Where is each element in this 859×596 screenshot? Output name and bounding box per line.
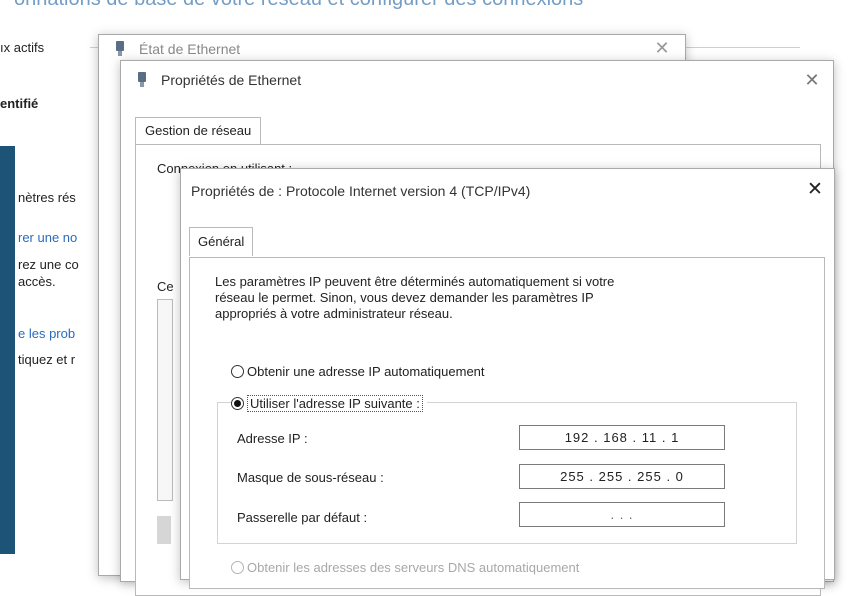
radio-use-following-ip-label: Utiliser l'adresse IP suivante : [247, 395, 423, 412]
ip-address-label: Adresse IP : [237, 431, 308, 446]
ethernet-properties-title: Propriétés de Ethernet [161, 72, 302, 88]
radio-circle-selected[interactable] [231, 397, 244, 410]
radio-obtain-ip-auto[interactable]: Obtenir une adresse IP automatiquement [231, 364, 485, 379]
ip-address-input[interactable]: 192 . 168 . 11 . 1 [519, 425, 725, 450]
ethernet-status-close-icon[interactable]: ✕ [651, 37, 673, 59]
tab-general[interactable]: Général [189, 227, 254, 256]
radio-circle-disabled[interactable] [231, 561, 244, 574]
radio-obtain-ip-auto-label: Obtenir une adresse IP automatiquement [247, 364, 485, 379]
side-text-diagnose: tiquez et r [18, 352, 76, 367]
network-adapter-icon [135, 72, 149, 88]
ethernet-properties-titlebar: Propriétés de Ethernet [121, 61, 833, 99]
ethernet-status-title: État de Ethernet [139, 41, 241, 57]
radio-use-following-ip[interactable]: Utiliser l'adresse IP suivante : [231, 395, 427, 412]
ipv4-description-line-1: Les paramètres IP peuvent être déterminé… [215, 274, 615, 289]
ethernet-status-titlebar: État de Ethernet [99, 35, 685, 63]
side-link-troubleshoot[interactable]: e les prob [18, 326, 75, 341]
side-text-network-settings: nètres rés [18, 190, 76, 205]
components-list-label: Ce [157, 279, 174, 294]
ipv4-dialog-title: Propriétés de : Protocole Internet versi… [191, 183, 531, 199]
install-button-edge[interactable] [157, 516, 171, 544]
network-identified-label: entifié [0, 96, 39, 111]
side-text-access: accès. [18, 274, 56, 289]
ipv4-dialog-close-icon[interactable]: ✕ [804, 179, 826, 201]
radio-obtain-dns-auto[interactable]: Obtenir les adresses des serveurs DNS au… [231, 560, 579, 575]
components-list-edge[interactable] [157, 299, 173, 501]
radio-obtain-dns-auto-label: Obtenir les adresses des serveurs DNS au… [247, 560, 580, 575]
radio-circle[interactable] [231, 365, 244, 378]
side-blue-panel [0, 146, 15, 554]
ipv4-properties-dialog: Propriétés de : Protocole Internet versi… [180, 168, 835, 589]
ipv4-description: Les paramètres IP peuvent être déterminé… [215, 274, 795, 322]
ipv4-description-line-3: appropriés à votre administrateur réseau… [215, 306, 453, 321]
default-gateway-input[interactable]: . . . [519, 502, 725, 527]
network-adapter-icon [113, 41, 127, 57]
page-header-text: onnations de base de votre réseau et con… [14, 0, 583, 11]
active-networks-label: ıx actifs [0, 40, 45, 55]
ethernet-properties-close-icon[interactable]: ✕ [801, 69, 823, 91]
subnet-mask-input[interactable]: 255 . 255 . 255 . 0 [519, 464, 725, 489]
subnet-mask-label: Masque de sous-réseau : [237, 470, 384, 485]
page-header: onnations de base de votre réseau et con… [0, 0, 859, 30]
tab-gestion-reseau[interactable]: Gestion de réseau [135, 117, 262, 144]
ipv4-description-line-2: réseau le permet. Sinon, vous devez dema… [215, 290, 594, 305]
side-text-connection-desc: rez une co [18, 257, 79, 272]
default-gateway-label: Passerelle par défaut : [237, 510, 368, 525]
ipv4-dialog-titlebar: Propriétés de : Protocole Internet versi… [181, 169, 834, 213]
side-link-new-connection[interactable]: rer une no [18, 230, 77, 245]
